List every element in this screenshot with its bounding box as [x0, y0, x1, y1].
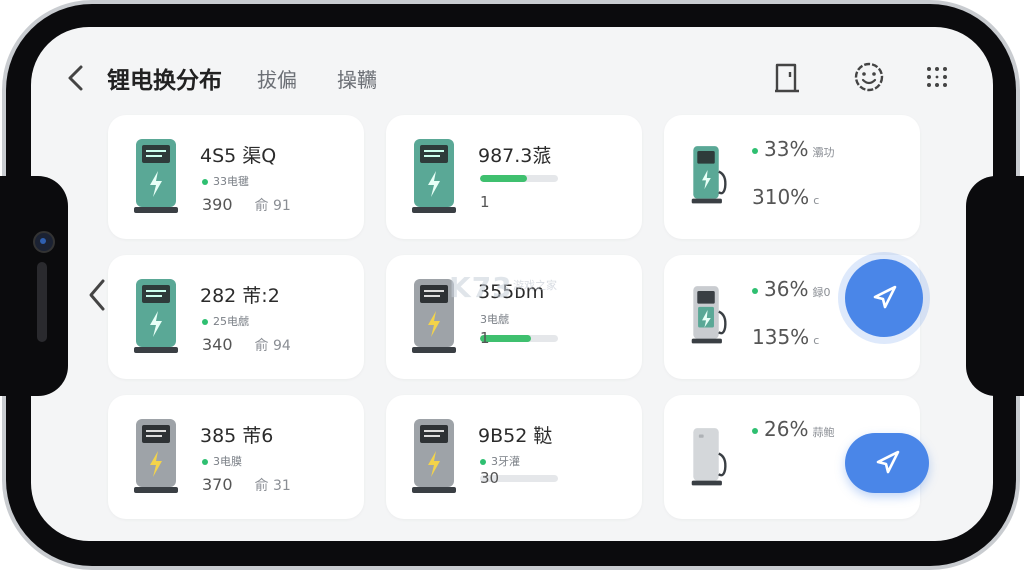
percent-value: 26%: [764, 417, 809, 441]
station-card[interactable]: 9B52 鞑 3牙灌 30: [386, 395, 642, 519]
speaker-grille: [37, 262, 47, 342]
station-status: 3电虤: [480, 311, 509, 327]
status-text: 3电膜: [213, 455, 242, 468]
phone-frame: 锂电换分布 拔偏 操韉 4S5 渠Q 33电毽 390 俞 91 987.3蒎 …: [0, 0, 1024, 576]
status-dot: [752, 287, 758, 294]
status-text: 3牙灌: [491, 455, 520, 468]
station-name: 282 芾:2: [200, 285, 280, 307]
app-screen: 锂电换分布 拔偏 操韉 4S5 渠Q 33电毽 390 俞 91 987.3蒎 …: [31, 27, 993, 541]
big-label: c: [813, 194, 820, 207]
station-status: 33电毽: [202, 173, 249, 189]
charge-percent: 33% 灞功: [752, 137, 834, 161]
footer-value: 340: [202, 335, 233, 354]
back-arrow-icon[interactable]: [61, 61, 91, 95]
station-status: 25电虤: [202, 313, 249, 329]
percent-label: 灞功: [812, 146, 835, 159]
station-count: 1: [480, 329, 490, 347]
big-value: 135%: [752, 325, 810, 349]
progress-fill: [480, 175, 527, 182]
station-footer: 340 俞 94: [202, 335, 291, 355]
tab-first[interactable]: 拔偏: [257, 64, 297, 93]
efficiency-value: 310% c: [752, 185, 819, 209]
charge-progress-bar: [480, 175, 558, 182]
footer-extra: 俞 31: [254, 478, 291, 494]
charging-station-icon: [134, 279, 178, 353]
big-value: 310%: [752, 185, 810, 209]
footer-value: 390: [202, 195, 233, 214]
send-arrow-icon: [873, 285, 897, 309]
camera-icon: [33, 231, 55, 253]
percent-value: 33%: [764, 137, 809, 161]
charging-pile-icon: [691, 428, 727, 486]
tab-second[interactable]: 操韉: [337, 64, 377, 93]
station-card[interactable]: 4S5 渠Q 33电毽 390 俞 91: [108, 115, 364, 239]
station-count: 1: [480, 193, 490, 211]
prev-page-arrow-icon[interactable]: [85, 277, 109, 313]
footer-extra: 俞 94: [254, 338, 291, 354]
charging-station-icon: [412, 139, 456, 213]
charge-percent: 26% 蒜鲍: [752, 417, 834, 441]
door-icon[interactable]: [769, 59, 805, 95]
footer-value: 370: [202, 475, 233, 494]
efficiency-value: 135% c: [752, 325, 819, 349]
station-card[interactable]: 282 芾:2 25电虤 340 俞 94: [108, 255, 364, 379]
charging-station-icon: [412, 419, 456, 493]
smiley-face-icon[interactable]: [851, 59, 887, 95]
status-dot: [752, 427, 758, 434]
charge-percent: 36% 録0: [752, 277, 830, 301]
navigate-fab-button-2[interactable]: [845, 433, 929, 493]
status-text: 25电虤: [213, 315, 249, 328]
station-status: 3电膜: [202, 453, 242, 469]
percent-label: 蒜鲍: [812, 426, 835, 439]
station-card[interactable]: 33% 灞功 310% c: [664, 115, 920, 239]
station-name: 9B52 鞑: [478, 425, 553, 447]
watermark: K73 游戏之家: [449, 271, 557, 304]
percent-value: 36%: [764, 277, 809, 301]
status-dot: [752, 147, 758, 154]
charge-progress-bar: [480, 335, 558, 342]
grid-dots-icon[interactable]: [919, 59, 955, 95]
station-card[interactable]: 385 芾6 3电膜 370 俞 31: [108, 395, 364, 519]
app-header: 锂电换分布 拔偏 操韉: [31, 27, 993, 123]
station-name: 4S5 渠Q: [200, 145, 277, 167]
station-footer: 370 俞 31: [202, 475, 291, 495]
charging-pile-icon: [691, 146, 727, 204]
status-dot: [202, 179, 208, 185]
watermark-text: 游戏之家: [513, 279, 557, 292]
navigate-fab-button[interactable]: [845, 259, 923, 337]
status-dot: [480, 459, 486, 465]
status-dot: [202, 319, 208, 325]
watermark-logo: K73: [449, 271, 513, 304]
station-count: 30: [480, 469, 500, 487]
status-text: 3电虤: [480, 313, 509, 326]
footer-extra: 俞 91: [254, 198, 291, 214]
right-notch: [966, 176, 1024, 396]
charging-station-icon: [134, 139, 178, 213]
station-status: 3牙灌: [480, 453, 520, 469]
charging-pile-icon: [691, 286, 727, 344]
big-label: c: [813, 334, 820, 347]
station-card[interactable]: 987.3蒎 1: [386, 115, 642, 239]
left-notch: [0, 176, 68, 396]
percent-label: 録0: [812, 286, 831, 299]
send-arrow-icon: [876, 450, 900, 474]
charging-station-icon: [134, 419, 178, 493]
status-text: 33电毽: [213, 175, 249, 188]
station-card[interactable]: 355ᴅm 3电虤 1: [386, 255, 642, 379]
station-name: 385 芾6: [200, 425, 274, 447]
page-title: 锂电换分布: [107, 68, 222, 94]
status-dot: [202, 459, 208, 465]
station-footer: 390 俞 91: [202, 195, 291, 215]
station-name: 987.3蒎: [478, 145, 552, 167]
